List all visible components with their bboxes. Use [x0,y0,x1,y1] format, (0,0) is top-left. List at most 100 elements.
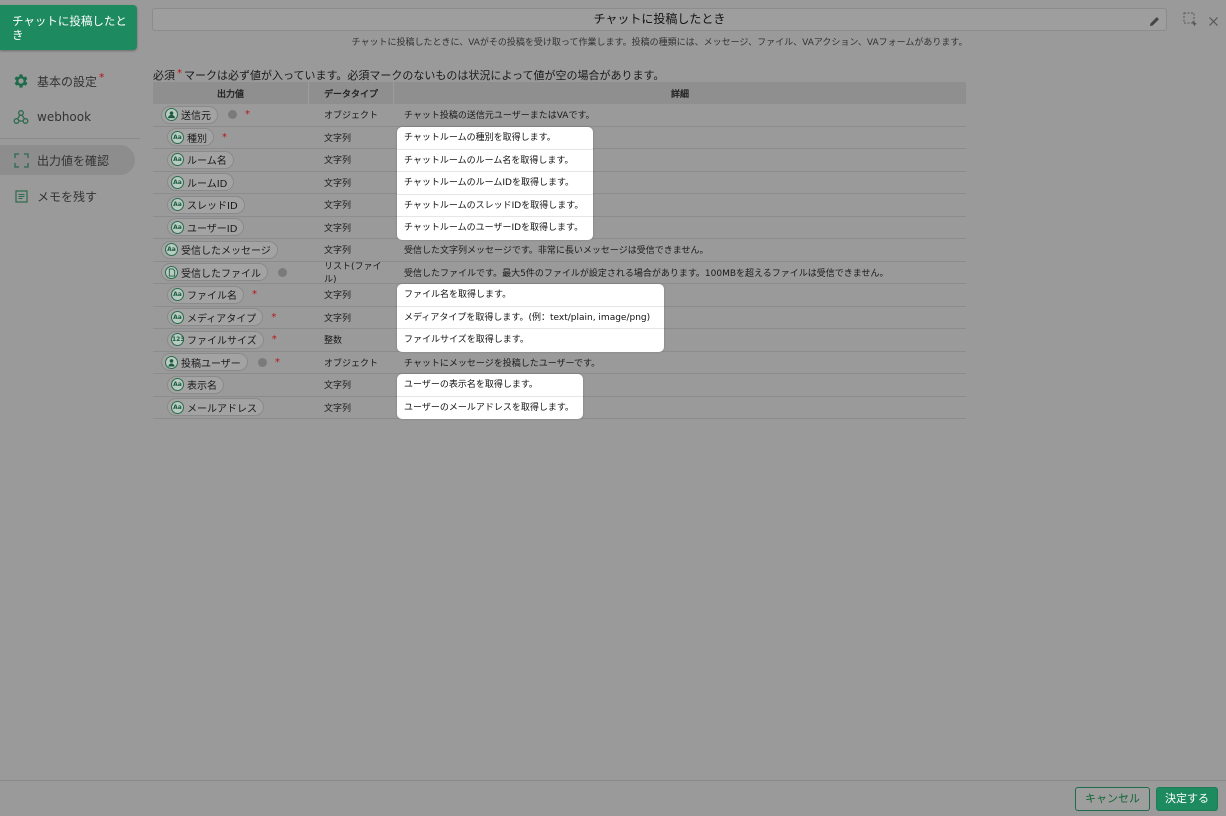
text-type-icon: Aa [171,378,184,392]
output-chip[interactable]: Aa ルーム名 [167,150,234,169]
detail-line: ファイルサイズを取得します。 [404,335,529,345]
page-title: チャットに投稿したとき [593,12,726,26]
output-name: 送信元 [181,111,211,123]
data-type-cell: オブジェクト [324,111,379,122]
text-type-icon: Aa [171,400,184,414]
table-header: 出力値 データタイプ 詳細 [153,82,966,104]
required-mark: * [274,356,280,368]
number-type-icon: 123 [171,333,185,347]
gear-icon [12,72,30,90]
data-type-cell: 整数 [324,336,343,347]
confirm-button[interactable]: 決定する [1156,787,1218,811]
table-row: 投稿ユーザー * オブジェクト チャットにメッセージを投稿したユーザーです。 [153,352,966,374]
output-name: 投稿ユーザー [181,358,241,370]
output-name: スレッドID [187,201,238,213]
required-mark: * [245,109,250,121]
output-name-cell: Aa 受信したメッセージ [153,239,309,261]
required-mark: * [252,289,257,301]
data-type-cell: 文字列 [324,381,352,392]
pencil-icon[interactable] [1149,13,1160,34]
note-icon [12,187,30,205]
output-name: 受信したメッセージ [181,246,271,258]
trigger-title-field[interactable]: チャットに投稿したとき [152,8,1167,31]
expand-toggle[interactable] [228,110,237,120]
note-text: マークは必ず値が入っています。必須マークのないものは状況によって値が空の場合があ… [184,69,665,82]
output-name-cell: Aa スレッドID [153,194,309,216]
sidebar-item-webhook[interactable]: webhook [0,102,135,132]
output-name-cell: Aa ユーザーID [153,217,309,239]
output-chip[interactable]: 123 ファイルサイズ [167,330,264,349]
sidebar-item-output-values[interactable]: 出力値を確認 [0,145,135,175]
user-detail-popup: ユーザーの表示名を取得します。 ユーザーのメールアドレスを取得します。 [397,374,583,419]
data-type-cell: 文字列 [324,201,352,212]
detail-line: ファイル名を取得します。 [397,284,664,307]
output-chip[interactable]: Aa スレッドID [167,195,245,214]
sidebar-item-label: webhook [37,110,92,124]
text-type-icon: Aa [171,175,184,189]
sidebar: チャットに投稿したとき 基本の設定 * webhook 出力値を確認 メモを残す [0,0,140,780]
close-icon[interactable] [1208,12,1219,31]
output-name-cell: Aa ファイル名 * [153,284,309,306]
required-mark: * [271,311,277,323]
room-detail-popup: チャットルームの種別を取得します。 チャットルームのルーム名を取得します。 チャット… [397,127,593,240]
output-chip[interactable]: Aa ユーザーID [167,218,245,237]
output-name: ファイルサイズ [187,336,257,348]
output-chip[interactable]: 送信元 [161,105,218,124]
output-chip[interactable]: Aa 表示名 [167,375,224,394]
output-chip[interactable]: Aa 受信したメッセージ [161,240,278,259]
output-name: 受信したファイル [181,268,261,280]
data-type-cell: 文字列 [324,291,352,302]
output-chip[interactable]: 受信したファイル [161,263,268,282]
data-type-cell: 文字列 [324,246,352,257]
text-type-icon: Aa [171,153,184,167]
detail-cell: 受信した文字列メッセージです。非常に長いメッセージは受信できません。 [404,246,709,257]
output-chip[interactable]: Aa メディアタイプ [167,308,264,327]
expand-toggle[interactable] [278,267,287,277]
output-name-cell: Aa 表示名 [153,374,309,396]
output-name-cell: 123 ファイルサイズ * [153,329,309,351]
cancel-button[interactable]: キャンセル [1075,787,1150,811]
detail-line: チャットルームのルームIDを取得します。 [397,172,593,195]
data-type-cell: 文字列 [324,178,352,189]
trigger-card[interactable]: チャットに投稿したとき [0,5,137,50]
required-mark: * [222,131,227,143]
expand-toggle[interactable] [257,357,267,367]
table-row: Aa 受信したメッセージ 文字列 受信した文字列メッセージです。非常に長いメッセージは… [153,239,966,262]
output-chip[interactable]: Aa メールアドレス [167,398,264,417]
footer-divider [0,780,1226,781]
output-name-cell: Aa ルーム名 [153,149,309,171]
output-name: ルーム名 [187,156,227,168]
sidebar-item-label: 出力値を確認 [37,153,110,168]
data-type-cell: 文字列 [324,223,352,234]
required-mark: * [177,68,182,79]
sidebar-item-basic-settings[interactable]: 基本の設定 * [0,66,135,96]
detail-line: チャットルームの種別を取得します。 [397,127,593,150]
file-icon [165,265,178,279]
text-type-icon: Aa [171,130,184,144]
detail-line: チャットルームのスレッドIDを取得します。 [397,195,593,217]
output-name: メールアドレス [187,403,257,415]
required-mark: * [99,70,105,84]
output-chip[interactable]: Aa ルームID [167,173,235,192]
text-type-icon: Aa [165,243,178,257]
file-detail-popup: ファイル名を取得します。 メディアタイプを取得します。(例：text/plain,… [397,284,664,352]
column-header-detail: 詳細 [670,89,689,100]
required-note: 必須 * マークは必ず値が入っています。必須マークのないものは状況によって値が空の場… [153,67,664,83]
output-chip[interactable]: 投稿ユーザー [161,353,248,372]
output-name-cell: Aa ルームID [153,172,309,194]
output-name: 種別 [187,133,207,145]
data-type-cell: オブジェクト [324,358,379,369]
output-name: ユーザーID [187,223,238,235]
detail-line: チャットルームのルーム名を取得します。 [397,150,593,172]
user-icon [165,355,178,369]
detail-cell: チャット投稿の送信元ユーザーまたはVAです。 [404,111,595,122]
detail-line: ユーザーのメールアドレスを取得します。 [404,402,574,413]
select-frame-icon[interactable] [1183,12,1198,31]
output-name: ファイル名 [187,291,237,303]
sidebar-item-memo[interactable]: メモを残す [0,181,135,211]
output-chip[interactable]: Aa 種別 [167,128,214,147]
output-name-cell: Aa 種別 * [153,127,309,149]
output-name-cell: Aa メディアタイプ * [153,307,309,329]
detail-cell: チャットにメッセージを投稿したユーザーです。 [404,358,601,369]
output-chip[interactable]: Aa ファイル名 [167,285,244,304]
